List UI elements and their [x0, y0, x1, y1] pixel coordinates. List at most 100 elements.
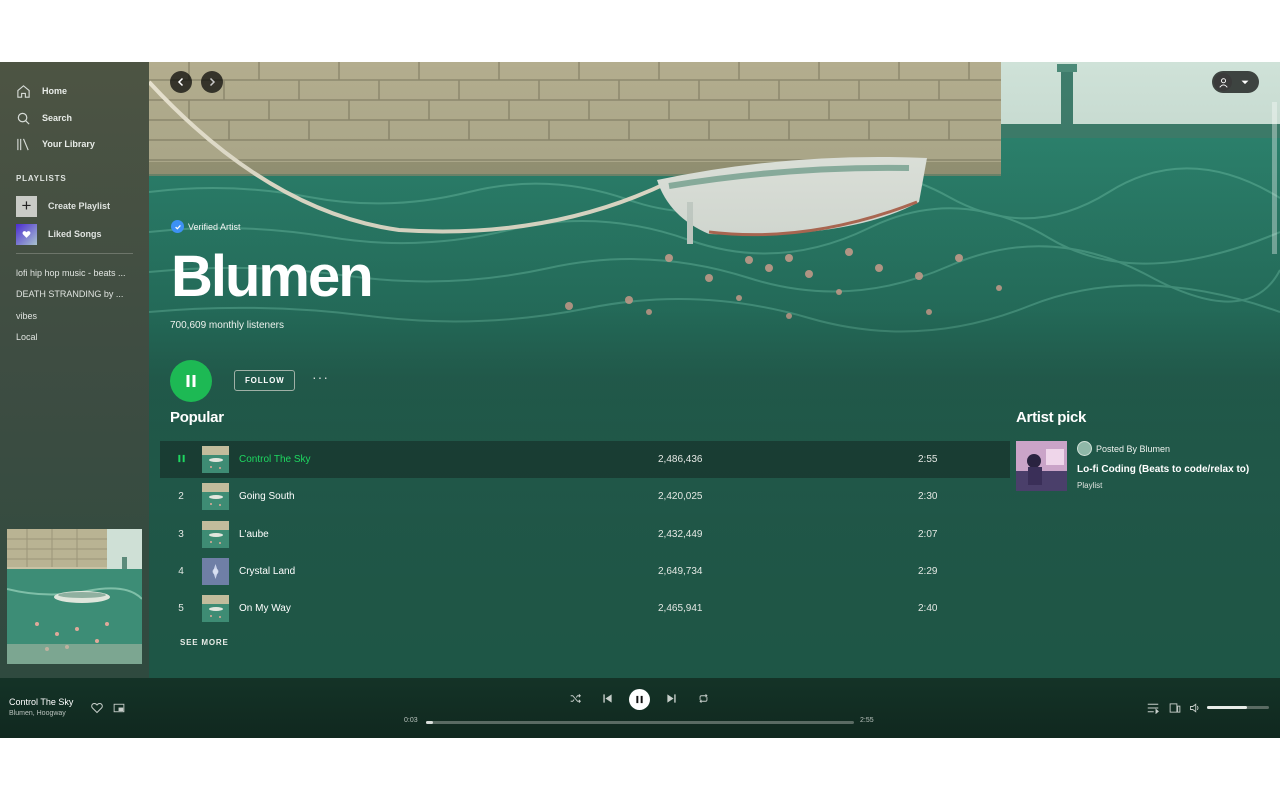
- create-playlist-label: Create Playlist: [48, 201, 111, 211]
- liked-songs-button[interactable]: Liked Songs: [16, 223, 102, 245]
- library-icon: [17, 138, 29, 150]
- table-row[interactable]: Control The Sky 2,486,436 2:55: [160, 441, 1010, 478]
- devices-icon[interactable]: [1169, 702, 1181, 714]
- track-number: 4: [178, 566, 184, 577]
- playing-indicator-icon: [160, 454, 202, 466]
- spotify-window: Home Search Your Library PLAYLISTS + Cre…: [0, 62, 1280, 738]
- volume-slider[interactable]: [1207, 706, 1269, 709]
- artist-pick-title[interactable]: Lo-fi Coding (Beats to code/relax to): [1077, 464, 1249, 475]
- track-duration: 2:07: [918, 529, 938, 540]
- track-thumbnail: [202, 558, 229, 585]
- player-bar: Control The Sky Blumen, Hoogway 0:03 2:5…: [0, 678, 1280, 738]
- caret-down-icon: [1241, 80, 1249, 85]
- liked-songs-label: Liked Songs: [48, 229, 102, 239]
- track-plays: 2,649,734: [658, 566, 703, 577]
- track-duration: 2:55: [918, 454, 938, 465]
- follow-button[interactable]: FOLLOW: [234, 370, 296, 391]
- track-title[interactable]: On My Way: [239, 603, 658, 614]
- table-row[interactable]: 4 Crystal Land 2,649,734 2:29: [160, 553, 1010, 590]
- now-playing-artists[interactable]: Blumen, Hoogway: [9, 710, 66, 717]
- track-title[interactable]: L'aube: [239, 529, 658, 540]
- sidebar-item-label: Search: [42, 113, 73, 123]
- track-plays: 2,432,449: [658, 529, 703, 540]
- artist-name: Blumen: [171, 244, 374, 309]
- heart-icon: [16, 223, 37, 245]
- track-duration: 2:30: [918, 491, 938, 502]
- pause-icon: [186, 375, 196, 387]
- play-pause-button[interactable]: [629, 689, 650, 710]
- table-row[interactable]: 5 On My Way 2,465,941 2:40: [160, 590, 1010, 627]
- chevron-left-icon: [177, 77, 184, 87]
- sidebar-playlist[interactable]: DEATH STRANDING by ...: [16, 289, 136, 299]
- shuffle-button[interactable]: [570, 693, 581, 704]
- back-button[interactable]: [170, 71, 192, 93]
- progress-bar[interactable]: [426, 721, 854, 724]
- track-number: 3: [178, 529, 184, 540]
- track-number: 5: [178, 603, 184, 614]
- play-pause-artist-button[interactable]: [170, 360, 212, 402]
- artist-pick-posted-by: Posted By Blumen: [1077, 441, 1170, 456]
- skip-forward-icon: [667, 694, 676, 703]
- total-time: 2:55: [860, 717, 874, 724]
- track-number: 2: [178, 491, 184, 502]
- plus-icon: +: [16, 195, 37, 217]
- user-avatar-icon: [1214, 73, 1232, 91]
- track-title[interactable]: Going South: [239, 491, 658, 502]
- shuffle-icon: [570, 694, 581, 703]
- sidebar-item-label: Your Library: [42, 139, 95, 149]
- sidebar-item-label: Home: [42, 86, 68, 96]
- artist-pick-heading: Artist pick: [1016, 409, 1087, 426]
- sidebar-divider: [16, 253, 133, 254]
- sidebar-playlist[interactable]: Local: [16, 332, 136, 342]
- track-thumbnail: [202, 521, 229, 548]
- table-row[interactable]: 2 Going South 2,420,025 2:30: [160, 478, 1010, 515]
- search-icon: [17, 112, 30, 125]
- track-duration: 2:40: [918, 603, 938, 614]
- track-plays: 2,486,436: [658, 454, 703, 465]
- verified-artist-badge: Verified Artist: [171, 220, 241, 233]
- now-playing-cover-art[interactable]: [7, 529, 142, 664]
- sidebar: Home Search Your Library PLAYLISTS + Cre…: [0, 62, 149, 678]
- more-options-button[interactable]: ···: [312, 370, 332, 390]
- track-title[interactable]: Control The Sky: [239, 454, 658, 465]
- verified-check-icon: [171, 220, 184, 233]
- forward-button[interactable]: [201, 71, 223, 93]
- monthly-listeners: 700,609 monthly listeners: [170, 320, 284, 331]
- home-icon: [17, 84, 30, 98]
- artist-avatar: [1077, 441, 1092, 456]
- popular-heading: Popular: [170, 409, 224, 426]
- progress-fill: [426, 721, 434, 724]
- track-title[interactable]: Crystal Land: [239, 566, 658, 577]
- sidebar-item-library[interactable]: Your Library: [16, 134, 95, 154]
- picture-in-picture-icon[interactable]: [113, 702, 125, 714]
- main-scrollbar[interactable]: [1272, 102, 1277, 254]
- user-menu-button[interactable]: [1212, 71, 1259, 93]
- verified-label: Verified Artist: [188, 221, 241, 232]
- repeat-button[interactable]: [698, 693, 709, 704]
- sidebar-item-search[interactable]: Search: [16, 108, 72, 128]
- queue-icon[interactable]: [1147, 702, 1159, 714]
- volume-fill: [1207, 706, 1248, 709]
- previous-button[interactable]: [602, 693, 613, 704]
- sidebar-item-home[interactable]: Home: [16, 81, 67, 101]
- heart-icon[interactable]: [91, 702, 103, 714]
- pause-icon: [636, 695, 643, 704]
- artist-pick-cover[interactable]: [1016, 441, 1067, 491]
- volume-icon[interactable]: [1189, 702, 1201, 714]
- artist-page: Verified Artist Blumen 700,609 monthly l…: [149, 62, 1280, 678]
- table-row[interactable]: 3 L'aube 2,432,449 2:07: [160, 516, 1010, 553]
- skip-back-icon: [603, 694, 612, 703]
- track-duration: 2:29: [918, 566, 938, 577]
- sidebar-playlist[interactable]: vibes: [16, 311, 136, 321]
- next-button[interactable]: [666, 693, 677, 704]
- artist-pick-type: Playlist: [1077, 481, 1103, 490]
- sidebar-playlist[interactable]: lofi hip hop music - beats ...: [16, 268, 136, 278]
- create-playlist-button[interactable]: + Create Playlist: [16, 195, 111, 217]
- now-playing-title[interactable]: Control The Sky: [9, 697, 73, 707]
- track-plays: 2,465,941: [658, 603, 703, 614]
- track-thumbnail: [202, 446, 229, 473]
- repeat-icon: [699, 694, 708, 703]
- track-thumbnail: [202, 483, 229, 510]
- track-plays: 2,420,025: [658, 491, 703, 502]
- see-more-button[interactable]: SEE MORE: [180, 638, 229, 647]
